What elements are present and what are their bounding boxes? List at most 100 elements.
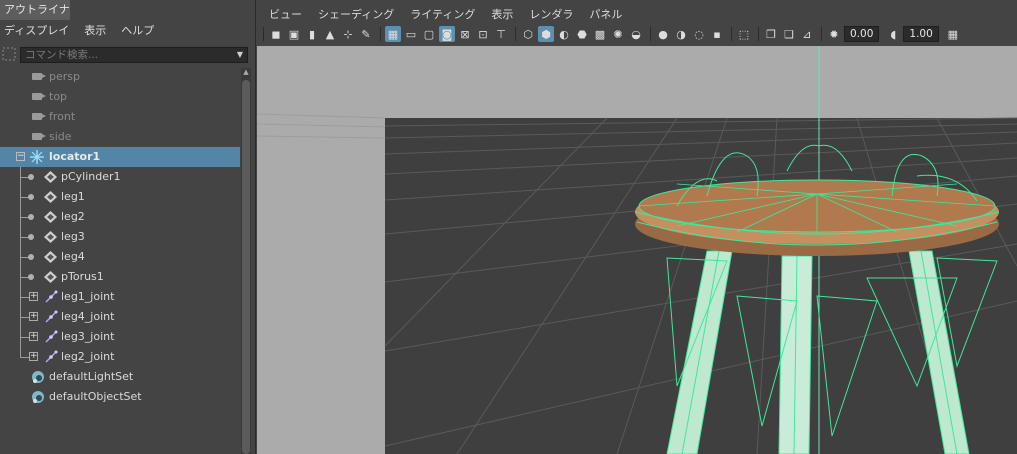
textured-icon[interactable]: ▩ bbox=[592, 26, 608, 42]
list-item[interactable]: leg3 bbox=[0, 227, 240, 247]
xray-active-components-icon[interactable]: ❏ bbox=[781, 26, 797, 42]
xray-icon[interactable]: ❐ bbox=[763, 26, 779, 42]
outliner-panel: アウトライナ ディスプレイ 表示 ヘルプ コマンド検索... ▼ persp t… bbox=[0, 0, 256, 454]
menu-show[interactable]: 表示 bbox=[84, 22, 106, 38]
bullet-icon bbox=[28, 194, 34, 200]
scrollbar-thumb[interactable] bbox=[242, 80, 250, 454]
wireframe-on-shaded-icon[interactable]: ⬣ bbox=[574, 26, 590, 42]
image-plane-icon[interactable]: ▲ bbox=[322, 26, 338, 42]
exposure-field[interactable]: 0.00 bbox=[844, 26, 880, 42]
field-chart-icon[interactable]: ⊠ bbox=[457, 26, 473, 42]
expand-toggle[interactable]: + bbox=[29, 332, 38, 341]
filter-icon[interactable] bbox=[2, 47, 16, 61]
camera-icon bbox=[32, 133, 46, 140]
list-item[interactable]: side bbox=[0, 127, 240, 147]
grid-icon[interactable]: ▦ bbox=[385, 26, 401, 42]
menu-view[interactable]: ビュー bbox=[269, 6, 302, 22]
collapse-toggle[interactable]: − bbox=[16, 152, 25, 161]
shadows-icon[interactable]: ◒ bbox=[628, 26, 644, 42]
list-item[interactable]: + leg2_joint bbox=[0, 347, 240, 367]
bullet-icon bbox=[28, 174, 34, 180]
list-item[interactable]: leg2 bbox=[0, 207, 240, 227]
gate-mask-icon[interactable]: ◙ bbox=[439, 26, 455, 42]
grease-pencil-icon[interactable]: ✎ bbox=[358, 26, 374, 42]
item-label: defaultObjectSet bbox=[49, 390, 142, 403]
camera-icon bbox=[32, 113, 46, 120]
list-item[interactable]: pCylinder1 bbox=[0, 167, 240, 187]
item-label: pTorus1 bbox=[61, 270, 104, 283]
bookmark-icon[interactable]: ▮ bbox=[304, 26, 320, 42]
menu-lighting[interactable]: ライティング bbox=[410, 6, 475, 22]
item-label: leg1_joint bbox=[61, 290, 115, 303]
outliner-menubar: ディスプレイ 表示 ヘルプ bbox=[0, 20, 252, 40]
viewport-toolbar: ◼ ▣ ▮ ▲ ⊹ ✎ ▦ ▭ ▢ ◙ ⊠ ⊡ ⊤ ⬡ ⬢ ◐ ⬣ ▩ ✺ ◒ … bbox=[257, 24, 1017, 44]
item-label: top bbox=[49, 90, 68, 103]
depth-of-field-icon[interactable]: ▪ bbox=[709, 26, 725, 42]
bullet-icon bbox=[28, 254, 34, 260]
expand-toggle[interactable]: + bbox=[29, 352, 38, 361]
exposure-icon[interactable]: ✹ bbox=[826, 26, 842, 42]
menu-display[interactable]: ディスプレイ bbox=[4, 22, 69, 38]
list-item[interactable]: pTorus1 bbox=[0, 267, 240, 287]
locator-children: pCylinder1 leg1 leg2 leg3 leg4 pTorus1 +… bbox=[0, 167, 240, 367]
bullet-icon bbox=[28, 214, 34, 220]
list-item[interactable]: + leg3_joint bbox=[0, 327, 240, 347]
list-item[interactable]: + leg1_joint bbox=[0, 287, 240, 307]
list-item[interactable]: defaultObjectSet bbox=[0, 387, 240, 407]
scroll-up-arrow-icon[interactable]: ▲ bbox=[242, 68, 250, 78]
multisample-aa-icon[interactable]: ◌ bbox=[691, 26, 707, 42]
smooth-shade-icon[interactable]: ⬢ bbox=[538, 26, 554, 42]
item-label: defaultLightSet bbox=[49, 370, 134, 383]
expand-toggle[interactable]: + bbox=[29, 312, 38, 321]
list-item[interactable]: leg4 bbox=[0, 247, 240, 267]
toolbar-separator bbox=[758, 27, 759, 41]
menu-show[interactable]: 表示 bbox=[491, 6, 513, 22]
outliner-title-tab[interactable]: アウトライナ bbox=[0, 0, 70, 20]
menu-help[interactable]: ヘルプ bbox=[121, 22, 154, 38]
tree-branch bbox=[20, 337, 29, 338]
outliner-scrollbar[interactable]: ▲ bbox=[241, 68, 251, 454]
stool-seat[interactable] bbox=[634, 179, 1000, 256]
safe-action-icon[interactable]: ⊡ bbox=[475, 26, 491, 42]
bullet-icon bbox=[28, 274, 34, 280]
viewport-panel: ビュー シェーディング ライティング 表示 レンダラ パネル ◼ ▣ ▮ ▲ ⊹… bbox=[257, 0, 1017, 454]
list-item[interactable]: persp bbox=[0, 67, 240, 87]
gamma-field[interactable]: 1.00 bbox=[903, 26, 939, 42]
viewport-canvas[interactable] bbox=[257, 46, 1017, 454]
menu-renderer[interactable]: レンダラ bbox=[529, 6, 573, 22]
screen-space-ao-icon[interactable]: ● bbox=[655, 26, 671, 42]
list-item[interactable]: top bbox=[0, 87, 240, 107]
camera-attributes-icon[interactable]: ▣ bbox=[286, 26, 302, 42]
isolate-select-icon[interactable]: ⬚ bbox=[736, 26, 752, 42]
locator-icon bbox=[30, 150, 44, 164]
motion-blur-icon[interactable]: ◑ bbox=[673, 26, 689, 42]
2d-pan-zoom-icon[interactable]: ⊹ bbox=[340, 26, 356, 42]
command-search-input[interactable]: コマンド検索... ▼ bbox=[20, 47, 248, 63]
camera-icon bbox=[32, 93, 46, 100]
select-camera-icon[interactable]: ◼ bbox=[268, 26, 284, 42]
list-item[interactable]: leg1 bbox=[0, 187, 240, 207]
use-all-lights-icon[interactable]: ✺ bbox=[610, 26, 626, 42]
default-material-icon[interactable]: ◐ bbox=[556, 26, 572, 42]
joint-icon bbox=[45, 330, 58, 343]
film-gate-icon[interactable]: ▭ bbox=[403, 26, 419, 42]
mesh-icon bbox=[44, 251, 57, 263]
toolbar-separator bbox=[263, 27, 264, 41]
wireframe-icon[interactable]: ⬡ bbox=[520, 26, 536, 42]
3d-viewport[interactable] bbox=[257, 46, 1017, 454]
menu-panels[interactable]: パネル bbox=[589, 6, 622, 22]
color-management-icon[interactable]: ▦ bbox=[945, 26, 961, 42]
panel-menubar: ビュー シェーディング ライティング 表示 レンダラ パネル bbox=[257, 5, 626, 23]
expand-toggle[interactable]: + bbox=[29, 292, 38, 301]
xray-joints-icon[interactable]: ⊿ bbox=[799, 26, 815, 42]
list-item[interactable]: front bbox=[0, 107, 240, 127]
list-item[interactable]: defaultLightSet bbox=[0, 367, 240, 387]
list-item-selected[interactable]: − locator1 bbox=[0, 147, 240, 167]
gamma-icon[interactable]: ◖ bbox=[885, 26, 901, 42]
resolution-gate-icon[interactable]: ▢ bbox=[421, 26, 437, 42]
joint-icon bbox=[45, 290, 58, 303]
list-item[interactable]: + leg4_joint bbox=[0, 307, 240, 327]
safe-title-icon[interactable]: ⊤ bbox=[493, 26, 509, 42]
chevron-down-icon[interactable]: ▼ bbox=[237, 48, 243, 62]
menu-shading[interactable]: シェーディング bbox=[318, 6, 394, 22]
